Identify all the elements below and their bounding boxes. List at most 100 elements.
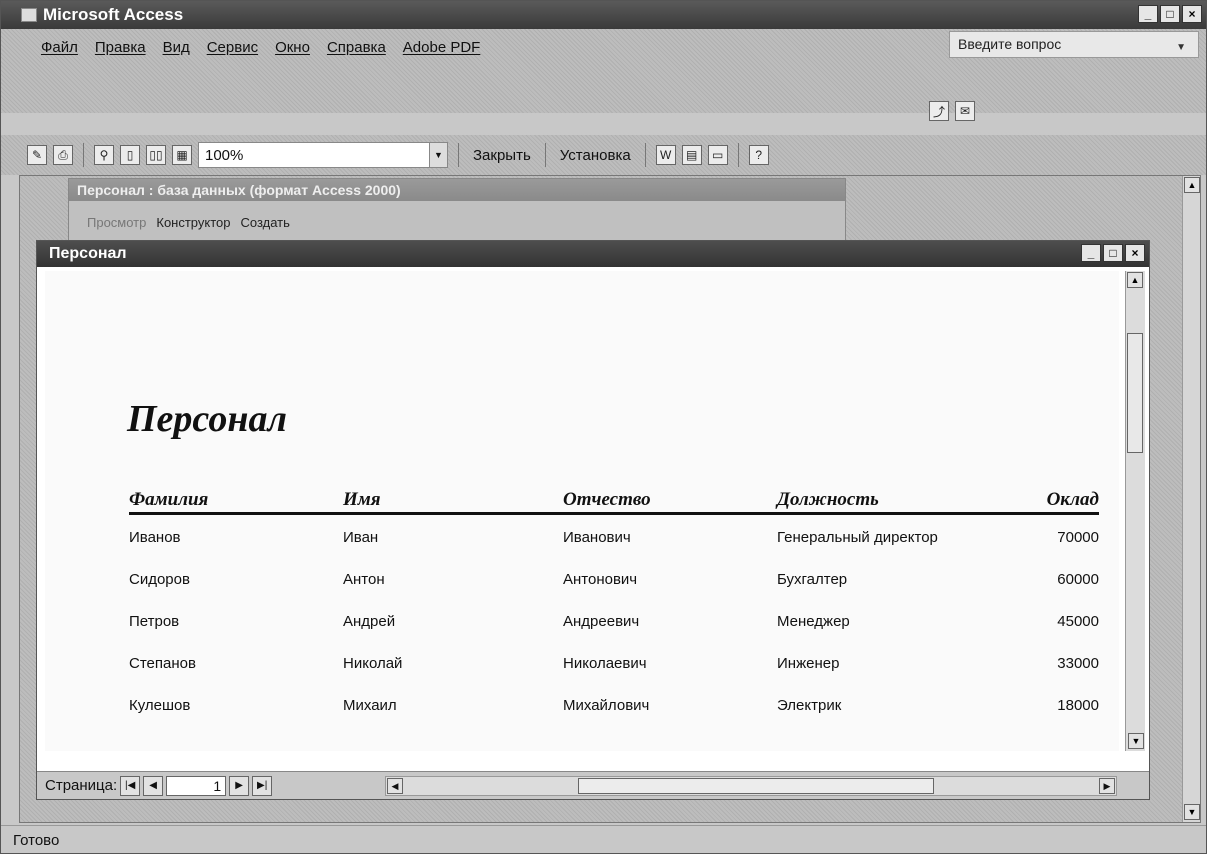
first-page-icon[interactable]: |◀ — [120, 775, 141, 796]
menu-file[interactable]: Файл — [41, 39, 78, 56]
print-preview-toolbar: ✎ ⎙ ⚲ ▯ ▯▯ ▦ 100% ▼ Закрыть Установка W … — [1, 135, 1206, 175]
cell-surname: Сидоров — [129, 571, 190, 588]
cell-position: Менеджер — [777, 613, 850, 630]
page-number-field[interactable]: 1 — [166, 775, 227, 796]
status-bar: Готово — [1, 825, 1206, 853]
cell-salary: 70000 — [1057, 529, 1099, 546]
office-links-icon[interactable]: W — [655, 145, 676, 165]
column-header-row: Фамилия Имя Отчество Должность Оклад — [129, 489, 1099, 515]
cell-surname: Иванов — [129, 529, 181, 546]
help-icon[interactable]: ? — [748, 145, 769, 165]
last-page-icon[interactable]: ▶| — [252, 775, 273, 796]
scroll-right-icon[interactable]: ▶ — [1099, 778, 1115, 794]
cell-salary: 60000 — [1057, 571, 1099, 588]
access-window: Microsoft Access _ □ × Файл Правка Вид С… — [0, 0, 1207, 854]
column-header-position: Должность — [777, 489, 879, 510]
zoom-select[interactable]: 100% ▼ — [198, 142, 448, 168]
mdi-client-area: Персонал : база данных (формат Access 20… — [19, 175, 1201, 823]
two-pages-icon[interactable]: ▯▯ — [146, 145, 166, 165]
help-question-box[interactable]: Введите вопрос ▼ — [949, 31, 1199, 58]
cell-name: Андрей — [343, 613, 396, 630]
cell-salary: 45000 — [1057, 613, 1099, 630]
column-header-salary: Оклад — [1046, 489, 1099, 510]
menu-edit[interactable]: Правка — [95, 39, 146, 56]
cell-salary: 33000 — [1057, 655, 1099, 672]
menu-bar: Файл Правка Вид Сервис Окно Справка Adob… — [1, 29, 1206, 121]
report-close-button[interactable]: × — [1125, 244, 1145, 262]
scroll-up-icon[interactable]: ▲ — [1127, 272, 1143, 288]
cell-position: Бухгалтер — [777, 571, 848, 588]
pdf-email-icon[interactable]: ✉ — [955, 101, 975, 121]
access-app-icon — [21, 8, 37, 22]
zoom-icon[interactable]: ⚲ — [94, 145, 114, 165]
scroll-left-icon[interactable]: ◀ — [387, 778, 403, 794]
previous-page-icon[interactable]: ◀ — [143, 775, 164, 796]
scroll-down-icon[interactable]: ▼ — [1184, 804, 1200, 820]
cell-patronymic: Андреевич — [563, 613, 640, 630]
report-title: Персонал — [127, 398, 287, 440]
page-setup-button[interactable]: Установка — [556, 147, 635, 164]
close-preview-button[interactable]: Закрыть — [469, 147, 535, 164]
cell-patronymic: Иванович — [563, 529, 631, 546]
menu-view[interactable]: Вид — [163, 39, 190, 56]
cell-patronymic: Антонович — [563, 571, 638, 588]
cell-position: Генеральный директор — [777, 529, 938, 546]
db-create-button[interactable]: Создать — [241, 215, 290, 230]
menu-window[interactable]: Окно — [275, 39, 310, 56]
column-header-patronymic: Отчество — [563, 489, 651, 510]
report-vertical-scrollbar[interactable]: ▲ ▼ — [1125, 271, 1145, 751]
new-object-icon[interactable]: ▭ — [707, 145, 728, 165]
zoom-value: 100% — [205, 146, 244, 164]
app-title: Microsoft Access — [43, 5, 184, 24]
maximize-button[interactable]: □ — [1160, 5, 1180, 23]
database-window-icon[interactable]: ▤ — [681, 145, 702, 165]
report-page: Персонал Фамилия Имя Отчество Должность … — [45, 271, 1119, 751]
scroll-thumb[interactable] — [578, 778, 934, 794]
cell-name: Антон — [343, 571, 385, 588]
database-window-title: Персонал : база данных (формат Access 20… — [69, 179, 845, 201]
table-row: Степанов Николай Николаевич Инженер 3300… — [129, 655, 1099, 679]
cell-position: Инженер — [777, 655, 840, 672]
scroll-up-icon[interactable]: ▲ — [1184, 177, 1200, 193]
table-row: Иванов Иван Иванович Генеральный директо… — [129, 529, 1099, 553]
cell-salary: 18000 — [1057, 697, 1099, 714]
pdf-convert-icon[interactable]: ⤴ — [929, 101, 949, 121]
table-row: Сидоров Антон Антонович Бухгалтер 60000 — [129, 571, 1099, 595]
scroll-thumb[interactable] — [1127, 333, 1143, 453]
view-icon[interactable]: ✎ — [27, 145, 47, 165]
next-page-icon[interactable]: ▶ — [229, 775, 250, 796]
page-label: Страница: — [45, 777, 118, 794]
chevron-down-icon[interactable]: ▼ — [429, 143, 447, 167]
scroll-down-icon[interactable]: ▼ — [1128, 733, 1144, 749]
one-page-icon[interactable]: ▯ — [120, 145, 140, 165]
column-header-name: Имя — [343, 489, 381, 510]
column-header-surname: Фамилия — [129, 489, 209, 510]
menu-help[interactable]: Справка — [327, 39, 386, 56]
table-row: Петров Андрей Андреевич Менеджер 45000 — [129, 613, 1099, 637]
cell-name: Николай — [343, 655, 403, 672]
cell-patronymic: Николаевич — [563, 655, 647, 672]
menu-tools[interactable]: Сервис — [207, 39, 258, 56]
cell-surname: Кулешов — [129, 697, 191, 714]
close-button[interactable]: × — [1182, 5, 1202, 23]
table-row: Кулешов Михаил Михайлович Электрик 18000 — [129, 697, 1099, 721]
print-icon[interactable]: ⎙ — [53, 145, 73, 165]
chevron-down-icon[interactable]: ▼ — [1176, 42, 1186, 53]
cell-name: Иван — [343, 529, 379, 546]
cell-position: Электрик — [777, 697, 842, 714]
help-question-placeholder: Введите вопрос — [958, 36, 1062, 52]
cell-surname: Степанов — [129, 655, 196, 672]
minimize-button[interactable]: _ — [1138, 5, 1158, 23]
mdi-vertical-scrollbar[interactable]: ▲ ▼ — [1182, 176, 1200, 822]
db-design-button[interactable]: Конструктор — [156, 215, 230, 230]
status-text: Готово — [13, 832, 60, 849]
cell-name: Михаил — [343, 697, 397, 714]
report-window: Персонал _ □ × Персонал Фамилия Имя Отче… — [36, 240, 1150, 800]
report-maximize-button[interactable]: □ — [1103, 244, 1123, 262]
report-horizontal-scrollbar[interactable]: ◀ ▶ — [385, 776, 1117, 796]
db-view-button[interactable]: Просмотр — [87, 215, 146, 230]
menu-adobe-pdf[interactable]: Adobe PDF — [403, 39, 481, 56]
multiple-pages-icon[interactable]: ▦ — [172, 145, 192, 165]
report-minimize-button[interactable]: _ — [1081, 244, 1101, 262]
record-navigation-bar: Страница: |◀ ◀ 1 ▶ ▶| ◀ ▶ — [37, 771, 1149, 799]
